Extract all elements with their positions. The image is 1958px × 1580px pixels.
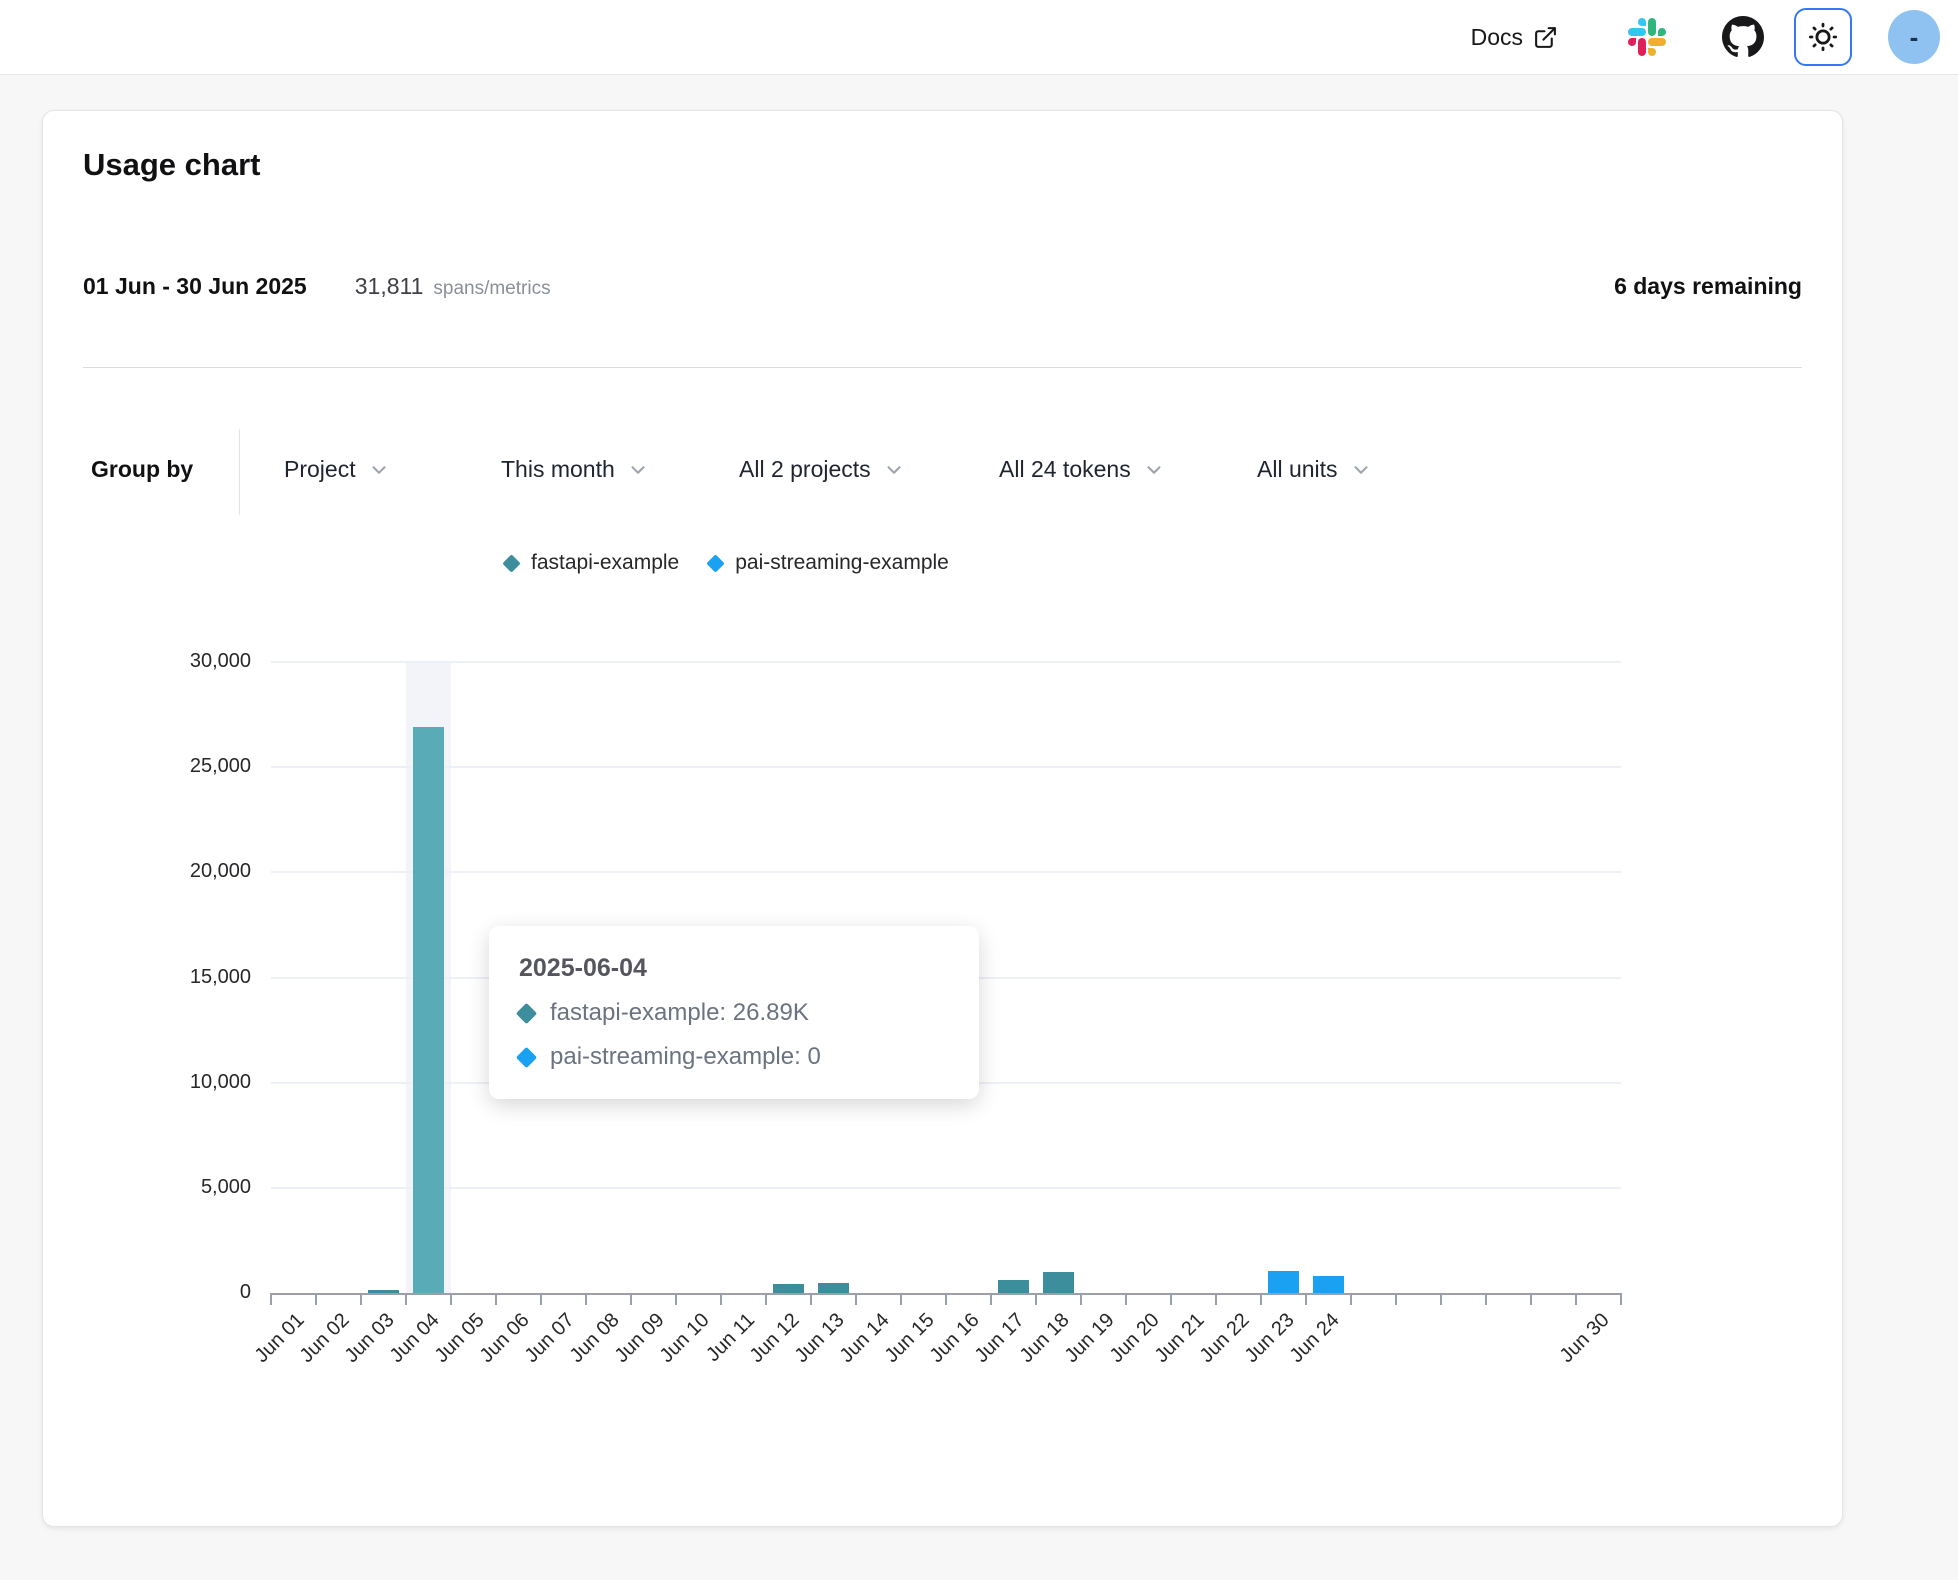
bar-jun-18[interactable] [1043,1272,1074,1293]
docs-link[interactable]: Docs [1471,24,1558,51]
x-axis-label: Jun 22 [1196,1309,1255,1368]
x-axis-label: Jun 13 [791,1309,850,1368]
x-axis-label: Jun 20 [1106,1309,1165,1368]
x-axis-tick [1125,1293,1127,1305]
x-axis-tick [405,1293,407,1305]
x-axis-label: Jun 23 [1241,1309,1300,1368]
x-axis-tick [585,1293,587,1305]
avatar-label: - [1910,22,1919,53]
x-axis-tick [1350,1293,1352,1305]
x-axis-label: Jun 03 [341,1309,400,1368]
x-axis-tick [855,1293,857,1305]
y-axis-label: 20,000 [111,860,251,883]
docs-label: Docs [1471,24,1523,51]
x-axis-label: Jun 01 [251,1309,310,1368]
tooltip-date: 2025-06-04 [519,954,949,983]
gridline [271,766,1621,768]
x-axis-label: Jun 24 [1286,1309,1345,1368]
slack-icon [1628,18,1666,56]
x-axis-label: Jun 07 [521,1309,580,1368]
slack-link[interactable] [1628,18,1666,56]
x-axis-tick [1080,1293,1082,1305]
diamond-marker-icon [516,1002,537,1023]
x-axis-tick [675,1293,677,1305]
x-axis-label: Jun 18 [1016,1309,1075,1368]
x-axis-tick [1260,1293,1262,1305]
x-axis-tick [1170,1293,1172,1305]
x-axis-tick [1305,1293,1307,1305]
diamond-marker-icon [516,1046,537,1067]
bar-chart: 0 5,000 10,000 15,000 20,000 25,000 30,000 Jun … [43,111,1842,1526]
y-axis-label: 10,000 [111,1071,251,1094]
x-axis-tick [1575,1293,1577,1305]
x-axis-tick [1215,1293,1217,1305]
x-axis-label: Jun 05 [431,1309,490,1368]
x-axis-tick [360,1293,362,1305]
x-axis-tick [765,1293,767,1305]
gridline [271,871,1621,873]
x-axis-label: Jun 06 [476,1309,535,1368]
x-axis-tick [315,1293,317,1305]
sun-icon [1807,21,1839,53]
y-axis-label: 25,000 [111,755,251,778]
x-axis-label: Jun 21 [1151,1309,1210,1368]
theme-toggle-button[interactable] [1794,8,1852,66]
x-axis-tick [630,1293,632,1305]
x-axis-tick [495,1293,497,1305]
bar-jun-23[interactable] [1268,1271,1299,1293]
gridline [271,1187,1621,1189]
external-link-icon [1533,25,1558,50]
x-axis-label: Jun 15 [881,1309,940,1368]
x-axis-tick [990,1293,992,1305]
bar-jun-04[interactable] [413,727,444,1293]
topbar: Docs [0,0,1958,75]
tooltip-row: pai-streaming-example: 0 [519,1043,949,1071]
github-link[interactable] [1722,16,1764,58]
x-axis-tick [540,1293,542,1305]
x-axis-label: Jun 17 [971,1309,1030,1368]
x-axis-tick [270,1293,272,1305]
y-axis-label: 15,000 [111,966,251,989]
x-axis-tick [810,1293,812,1305]
y-axis-label: 5,000 [111,1176,251,1199]
x-axis-tick [1530,1293,1532,1305]
x-axis-label: Jun 11 [702,1309,760,1367]
bar-jun-24[interactable] [1313,1276,1344,1293]
usage-card: Usage chart 01 Jun - 30 Jun 2025 31,811 … [42,110,1843,1527]
x-axis-label: Jun 09 [611,1309,670,1368]
x-axis-label: Jun 04 [386,1309,445,1368]
gridline [271,661,1621,663]
x-axis-label: Jun 12 [746,1309,805,1368]
x-axis-label: Jun 19 [1061,1309,1120,1368]
chart-tooltip: 2025-06-04 fastapi-example: 26.89K pai-s… [489,926,979,1099]
tooltip-row: fastapi-example: 26.89K [519,999,949,1027]
x-axis-label: Jun 02 [296,1309,355,1368]
x-axis-tick [900,1293,902,1305]
x-axis-label: Jun 16 [926,1309,985,1368]
x-axis-label: Jun 10 [656,1309,715,1368]
x-axis-tick [945,1293,947,1305]
y-axis-label: 30,000 [111,650,251,673]
x-axis-tick [450,1293,452,1305]
x-axis-tick [1035,1293,1037,1305]
y-axis-label: 0 [111,1281,251,1304]
x-axis-tick [1485,1293,1487,1305]
x-axis-label: Jun 08 [566,1309,625,1368]
bar-jun-13[interactable] [818,1283,849,1293]
x-axis-tick [1395,1293,1397,1305]
avatar[interactable]: - [1888,10,1940,64]
bar-jun-17[interactable] [998,1280,1029,1293]
github-icon [1722,16,1764,58]
x-axis-label: Jun 14 [836,1309,895,1368]
x-axis-label: Jun 30 [1556,1309,1615,1368]
tooltip-series-value: pai-streaming-example: 0 [550,1043,821,1071]
x-axis-tick [1620,1293,1622,1305]
tooltip-series-value: fastapi-example: 26.89K [550,999,809,1027]
x-axis-tick [720,1293,722,1305]
x-axis-tick [1440,1293,1442,1305]
bar-jun-12[interactable] [773,1284,804,1293]
